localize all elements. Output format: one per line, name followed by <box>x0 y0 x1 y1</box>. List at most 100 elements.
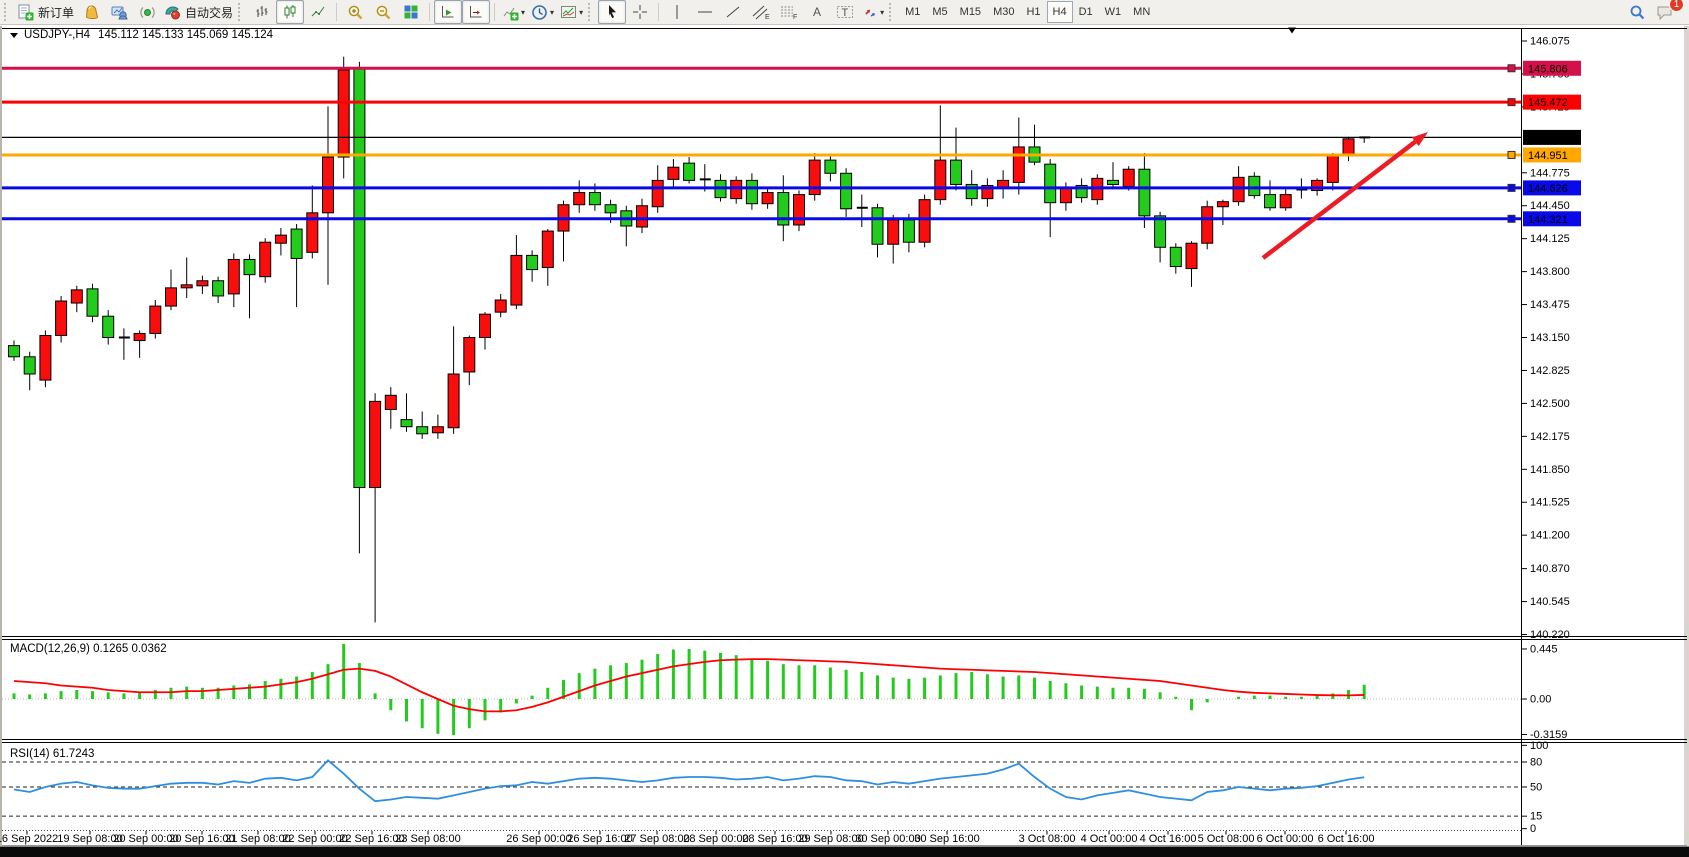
price-tick-label: 142.825 <box>1530 365 1570 377</box>
crosshair-button[interactable] <box>626 0 654 24</box>
market-button[interactable] <box>77 0 105 24</box>
toolbar-grip[interactable] <box>238 3 244 21</box>
candle-body <box>448 374 459 428</box>
text-label-icon: T <box>836 4 854 20</box>
candle-body <box>1280 195 1291 208</box>
template-button[interactable]: ▾ <box>557 0 586 24</box>
timeframe-w1-button[interactable]: W1 <box>1099 1 1128 23</box>
fibonacci-tool-button[interactable]: F <box>775 0 803 24</box>
crosshair-icon <box>632 4 648 20</box>
time-tick-label: 5 Oct 08:00 <box>1198 833 1255 845</box>
cursor-icon <box>604 4 620 20</box>
svg-text:A: A <box>813 5 821 19</box>
text-tool-button[interactable]: A <box>803 0 831 24</box>
rsi-axis-label: 100 <box>1530 740 1548 752</box>
add-indicator-button[interactable]: ▾ <box>499 0 528 24</box>
bottom-black-bar <box>0 847 1689 857</box>
candle-body <box>762 193 773 204</box>
candle-body <box>1170 247 1181 266</box>
candle-body <box>213 281 224 296</box>
line-chart-button[interactable] <box>304 0 332 24</box>
candle-body <box>1343 139 1354 154</box>
candle-body <box>103 316 114 337</box>
candle-body <box>134 333 145 340</box>
line-drag-handle[interactable] <box>1508 184 1515 191</box>
toolbar-grip[interactable] <box>4 3 10 21</box>
price-tick-label: 143.800 <box>1530 266 1570 278</box>
tile-windows-button[interactable] <box>397 0 425 24</box>
svg-text:E: E <box>765 14 770 20</box>
candle-body <box>589 193 600 205</box>
candle-body <box>841 173 852 208</box>
candle-body <box>1202 207 1213 243</box>
new-order-button[interactable]: 新订单 <box>14 0 77 24</box>
candle-body <box>323 157 334 213</box>
candle-body <box>1327 154 1338 182</box>
timeframe-m30-button[interactable]: M30 <box>987 1 1020 23</box>
candlestick-chart-button[interactable] <box>276 0 304 24</box>
zoom-in-button[interactable] <box>341 0 369 24</box>
candle-body <box>574 193 585 205</box>
timeframe-h4-button[interactable]: H4 <box>1047 1 1073 23</box>
zoom-out-button[interactable] <box>369 0 397 24</box>
line-drag-handle[interactable] <box>1508 151 1515 158</box>
candle-body <box>1060 187 1071 202</box>
equidistant-channel-icon: E <box>752 4 770 20</box>
bar-chart-button[interactable] <box>248 0 276 24</box>
auto-scroll-button[interactable] <box>434 0 462 24</box>
price-tick-label: 141.850 <box>1530 464 1570 476</box>
vertical-line-tool-button[interactable] <box>663 0 691 24</box>
time-tick-label: 30 Sep 16:00 <box>914 833 979 845</box>
line-drag-handle[interactable] <box>1508 65 1515 72</box>
timeframe-m1-button[interactable]: M1 <box>899 1 926 23</box>
candle-body <box>527 255 538 269</box>
chart-window[interactable]: USDJPY-,H4145.112 145.133 145.069 145.12… <box>0 0 1689 857</box>
text-label-tool-button[interactable]: T <box>831 0 859 24</box>
price-tick-label: 141.525 <box>1530 497 1570 509</box>
candle-body <box>1186 243 1197 268</box>
news-broadcast-icon <box>139 4 156 21</box>
timeframe-d1-button[interactable]: D1 <box>1073 1 1099 23</box>
channel-tool-button[interactable]: E <box>747 0 775 24</box>
timeframe-mn-button[interactable]: MN <box>1127 1 1156 23</box>
auto-scroll-icon <box>440 4 456 20</box>
time-tick-label: 23 Sep 08:00 <box>395 833 460 845</box>
chart-shift-icon <box>468 4 484 20</box>
notifications-button[interactable]: 1 <box>1651 0 1679 24</box>
candle-body <box>401 420 412 427</box>
time-tick-label: 21 Sep 08:00 <box>225 833 290 845</box>
timeframe-m5-button[interactable]: M5 <box>926 1 953 23</box>
market-icon <box>83 4 100 21</box>
news-button[interactable] <box>133 0 161 24</box>
candle-body <box>40 335 51 380</box>
timeframe-h1-button[interactable]: H1 <box>1020 1 1046 23</box>
search-icon <box>1629 4 1646 21</box>
toolbar-grip[interactable] <box>889 3 895 21</box>
price-tick-label: 143.475 <box>1530 299 1570 311</box>
horizontal-line-tool-button[interactable] <box>691 0 719 24</box>
macd-axis-label: 0.00 <box>1530 694 1551 706</box>
trendline-tool-button[interactable] <box>719 0 747 24</box>
time-tick-label: 30 Sep 00:00 <box>855 833 920 845</box>
candle-body <box>166 288 177 306</box>
arrows-tool-button[interactable]: ▾ <box>859 0 887 24</box>
price-tick-label: 142.500 <box>1530 398 1570 410</box>
toolbar-grip[interactable] <box>588 3 594 21</box>
timeframe-m15-button[interactable]: M15 <box>954 1 987 23</box>
period-button[interactable]: ▾ <box>528 0 557 24</box>
macd-axis-label: 0.445 <box>1530 643 1558 655</box>
signals-button[interactable] <box>105 0 133 24</box>
cursor-button[interactable] <box>598 0 626 24</box>
time-tick-label: 29 Sep 08:00 <box>798 833 863 845</box>
candle-body <box>731 180 742 198</box>
price-tick-label: 144.125 <box>1530 233 1570 245</box>
add-indicator-icon <box>502 4 519 21</box>
line-drag-handle[interactable] <box>1508 215 1515 222</box>
price-tick-label: 140.545 <box>1530 596 1570 608</box>
chart-shift-button[interactable] <box>462 0 490 24</box>
candle-body <box>464 338 475 372</box>
line-drag-handle[interactable] <box>1508 99 1515 106</box>
time-tick-label: 28 Sep 00:00 <box>683 833 748 845</box>
search-button[interactable] <box>1623 0 1651 24</box>
auto-trading-button[interactable]: 自动交易 <box>161 0 236 24</box>
